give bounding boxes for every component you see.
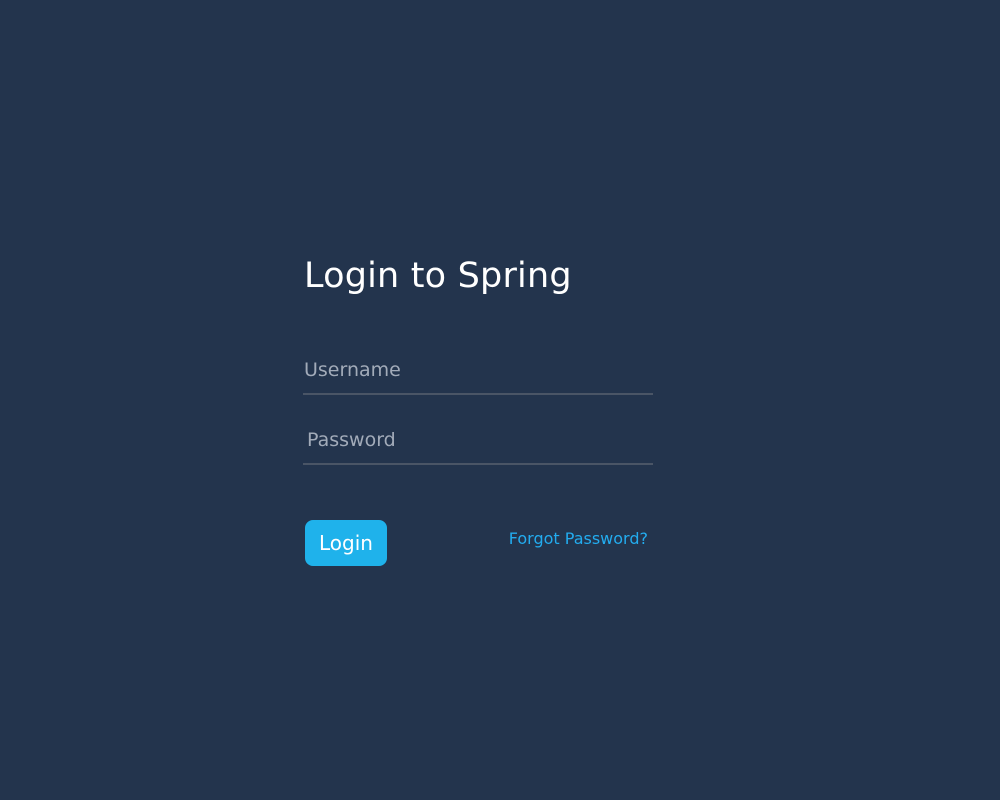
forgot-password-link[interactable]: Forgot Password? — [509, 529, 648, 548]
login-button[interactable]: Login — [305, 520, 387, 566]
form-actions: Login Forgot Password? — [303, 520, 653, 568]
username-field[interactable] — [303, 353, 653, 395]
password-field[interactable] — [303, 423, 653, 465]
page-title: Login to Spring — [304, 256, 572, 296]
login-panel: Login to Spring Login Forgot Password? — [303, 250, 653, 568]
